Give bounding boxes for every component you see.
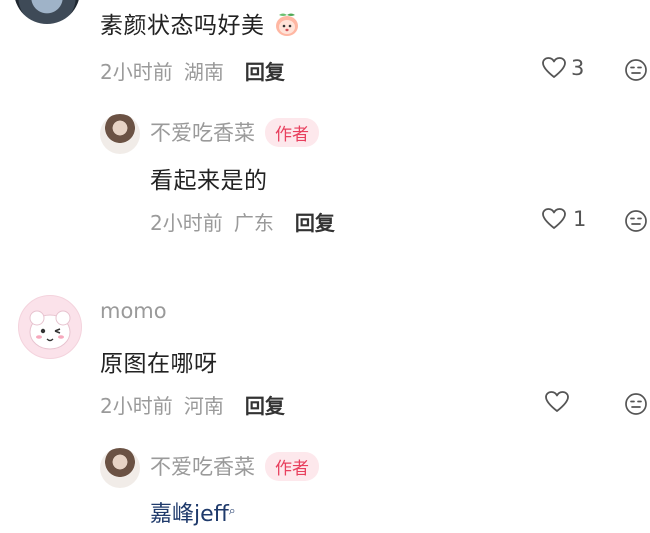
commenter-avatar[interactable]: [14, 0, 80, 24]
like-count: 3: [571, 56, 585, 80]
like-button[interactable]: 3: [541, 56, 584, 80]
peach-emoji-icon: [274, 11, 300, 37]
comment-text: 素颜状态吗好美: [100, 6, 300, 40]
reply-text: 看起来是的: [150, 168, 268, 194]
comment-meta: 2小时前 河南 回复: [100, 390, 285, 419]
reply-button[interactable]: 回复: [245, 394, 285, 418]
reply-author-row: 不爱吃香菜 作者: [150, 451, 319, 481]
author-badge: 作者: [265, 451, 319, 481]
reply-button[interactable]: 回复: [245, 60, 285, 84]
reply-button[interactable]: 回复: [295, 211, 335, 235]
like-count: 1: [573, 207, 587, 231]
user-mention-link[interactable]: 嘉峰jeff: [150, 502, 229, 527]
reply-author-row: 不爱吃香菜 作者: [150, 117, 319, 147]
reply-author-avatar[interactable]: [100, 114, 140, 154]
comment-text-content: 素颜状态吗好美: [100, 13, 265, 39]
reply-author-name[interactable]: 不爱吃香菜: [150, 451, 255, 481]
reply-time: 2小时前: [150, 211, 223, 235]
reply-meta: 2小时前 广东 回复: [150, 207, 335, 236]
reply-location: 广东: [233, 211, 274, 235]
heart-outline-icon: [544, 390, 570, 414]
emoji-face-icon: [624, 209, 648, 233]
reply-author-name[interactable]: 不爱吃香菜: [150, 117, 255, 147]
commenter-avatar[interactable]: [18, 295, 82, 359]
author-badge: 作者: [265, 117, 319, 147]
comment-meta: 2小时前 湖南 回复: [100, 56, 285, 85]
commenter-name[interactable]: momo: [100, 299, 167, 323]
heart-outline-icon: [541, 56, 567, 80]
emoji-reaction-button[interactable]: [624, 58, 648, 82]
comment-location: 湖南: [183, 60, 224, 84]
emoji-reaction-button[interactable]: [624, 392, 648, 416]
reply-author-avatar[interactable]: [100, 448, 140, 488]
comment-time: 2小时前: [100, 60, 173, 84]
emoji-reaction-button[interactable]: [624, 209, 648, 233]
reply-text: 嘉峰jeff⌕: [150, 496, 236, 528]
emoji-face-icon: [624, 58, 648, 82]
comment-location: 河南: [183, 394, 224, 418]
comment-text: 原图在哪呀: [100, 351, 218, 377]
like-button[interactable]: [544, 390, 570, 414]
like-button[interactable]: 1: [541, 207, 586, 231]
emoji-face-icon: [624, 392, 648, 416]
heart-outline-icon: [541, 207, 567, 231]
search-icon: ⌕: [228, 503, 236, 518]
comment-time: 2小时前: [100, 394, 173, 418]
